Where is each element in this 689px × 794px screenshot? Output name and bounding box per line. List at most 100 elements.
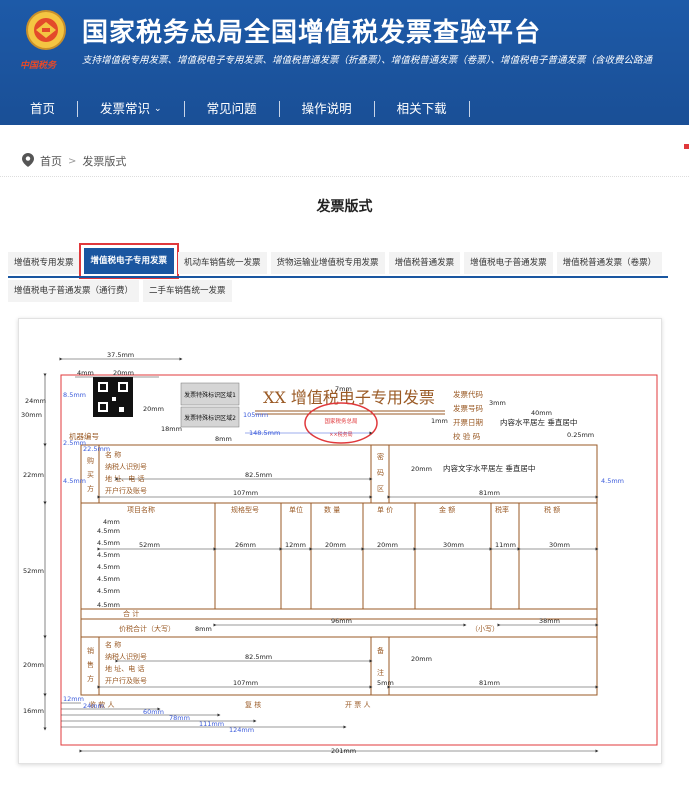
tax-emblem-icon [22,8,70,64]
tab-motor-vehicle[interactable]: 机动车销售统一发票 [178,252,267,274]
dim-4-row: 4mm [103,518,120,526]
nav-faq[interactable]: 常见问题 [185,100,280,117]
remark-side-2: 注 [377,668,384,677]
nav-home[interactable]: 首页 [0,100,79,117]
location-pin-icon [22,152,34,170]
breadcrumb-separator: > [68,155,77,167]
invoice-layout-diagram: 发票特殊标识区域1 发票特殊标识区域2 XX 增值税电子专用发票 国家税务总局 … [21,351,658,755]
nav-faq-label: 常见问题 [206,100,257,116]
invoice-layout-panel: 发票特殊标识区域1 发票特殊标识区域2 XX 增值税电子专用发票 国家税务总局 … [18,318,662,764]
chevron-down-icon: ⌄ [154,103,162,114]
dim-20-col: 20mm [325,541,346,549]
col-unit: 单位 [289,505,303,514]
special-mark-1-label: 发票特殊标识区域1 [184,391,236,399]
dim-4: 4mm [77,369,94,377]
dim-11: 11mm [495,541,516,549]
tab-vat-e-toll[interactable]: 增值税电子普通发票（通行费） [8,280,140,302]
tab-vat-e-general[interactable]: 增值税电子普通发票 [464,252,553,274]
cipher-side-2: 码 [377,469,384,477]
dim-20-side: 20mm [143,405,164,413]
dim-30-col: 30mm [443,541,464,549]
invoice-code-label: 发票代码 [453,389,483,399]
seller-bank-label: 开户行及账号 [105,676,147,685]
dim-12: 12mm [285,541,306,549]
dim-105: 105mm [243,411,268,419]
lowercase-total-label: （小写） [471,624,499,633]
dim-8-total: 8mm [195,625,212,633]
tab-vat-special[interactable]: 增值税专用发票 [8,252,80,274]
issuer-label: 开 票 人 [345,701,370,709]
tabs-underline [8,276,668,278]
buyer-side-2: 买 [87,471,94,479]
invoice-date-label: 开票日期 [453,418,483,427]
dim-82-5-top: 82.5mm [245,471,272,479]
dim-37-5: 37.5mm [107,351,134,359]
invoice-number-label: 发票号码 [453,403,483,413]
dim-22: 22mm [23,471,44,479]
col-tax: 税 额 [544,505,560,514]
dim-22-5: 22.5mm [83,445,110,453]
col-item-name: 项目名称 [127,505,155,514]
nav-instructions-label: 操作说明 [301,100,352,116]
col-rate: 税率 [495,505,509,514]
dim-148-5: 148.5mm [249,429,280,437]
tab-vat-roll[interactable]: 增值税普通发票（卷票） [556,252,663,274]
buyer-side-1: 购 [87,456,94,465]
dim-7: 7mm [335,385,352,393]
dim-1: 1mm [431,417,448,425]
special-mark-2-label: 发票特殊标识区域2 [184,414,236,422]
dim-30: 30mm [21,411,42,419]
dim-24: 24mm [25,397,46,405]
dim-8: 8mm [215,435,232,443]
site-title: 国家税务总局全国增值税发票查验平台 [82,18,542,48]
dim-16: 16mm [23,707,44,715]
nav-downloads[interactable]: 相关下载 [375,100,470,117]
dim-20-seller: 20mm [23,661,44,669]
dim-52-left: 52mm [23,567,44,575]
dim-111: 111mm [199,720,224,728]
seller-taxid-label: 纳税人识别号 [105,652,147,661]
buyer-taxid-label: 纳税人识别号 [105,462,147,471]
dim-8-5: 8.5mm [63,391,86,399]
emblem-caption: 中国税务 [20,61,57,71]
dim-24-footer: 24mm [83,702,104,710]
dim-124: 124mm [229,726,254,734]
dim-4-5-row6: 4.5mm [97,587,120,595]
dim-82-5-bottom: 82.5mm [245,653,272,661]
dim-81-bottom: 81mm [479,679,500,687]
dim-38: 38mm [539,617,560,625]
cipher-align-note: 内容文字水平居左 垂直居中 [443,463,535,473]
reviewer-label: 复 核 [245,700,261,709]
seller-side-2: 售 [87,660,94,669]
dim-78: 78mm [169,714,190,722]
dim-3-top: 3mm [489,399,506,407]
tab-vat-e-special[interactable]: 增值税电子专用发票 [78,243,180,279]
page: 中国税务 国家税务总局全国增值税发票查验平台 支持增值税专用发票、增值税电子专用… [0,0,689,794]
nav-instructions[interactable]: 操作说明 [280,100,375,117]
total-label: 合 计 [123,609,139,618]
col-spec: 规格型号 [231,505,259,514]
tab-vat-general[interactable]: 增值税普通发票 [388,252,461,274]
dim-12-footer: 12mm [63,695,84,703]
dim-4-5-row1: 4.5mm [97,527,120,535]
dim-4-5-row4: 4.5mm [97,563,120,571]
dim-20-col2: 20mm [377,541,398,549]
dim-5: 5mm [377,679,394,687]
tab-freight[interactable]: 货物运输业增值税专用发票 [270,252,385,274]
col-amount: 金 额 [439,505,455,514]
nav-home-label: 首页 [30,100,56,116]
breadcrumb-home[interactable]: 首页 [40,153,62,169]
dim-4-5-left: 4.5mm [63,477,86,485]
buyer-addr-label: 地 址、电 话 [105,474,144,483]
page-title: 发票版式 [316,199,373,215]
nav-invoice-knowledge[interactable]: 发票常识 ⌄ [78,100,185,117]
header-align-note: 内容水平居左 垂直居中 [500,417,577,427]
tab-used-car[interactable]: 二手车销售统一发票 [143,280,232,302]
buyer-side-3: 方 [87,484,94,493]
col-price: 单 价 [377,505,393,514]
stamp-text: 国家税务总局 [324,417,357,425]
dim-107-bottom: 107mm [233,679,258,687]
accent-marker [684,144,689,149]
seller-side-3: 方 [87,674,94,683]
dim-81-top: 81mm [479,489,500,497]
